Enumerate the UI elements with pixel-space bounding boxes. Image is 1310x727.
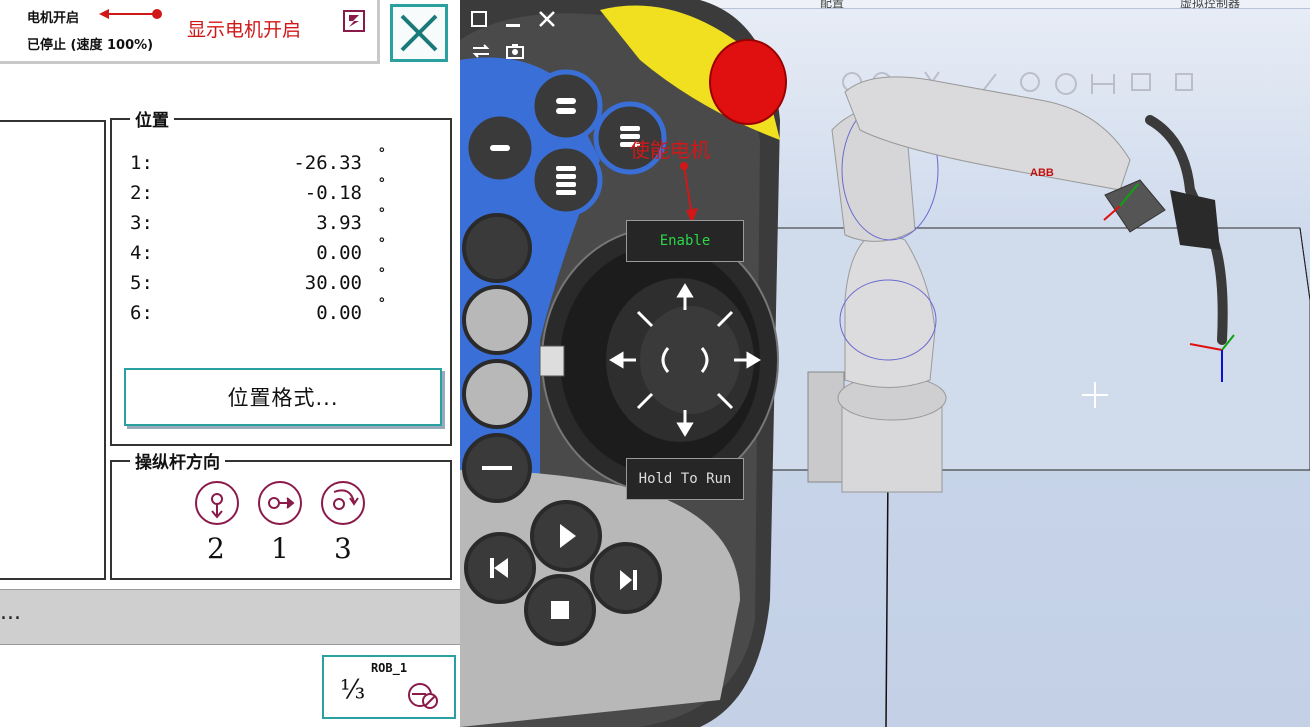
position-format-button[interactable]: 位置格式...	[124, 368, 442, 426]
annotation-arrow-icon	[99, 9, 162, 19]
position-row: 4: 0.00 °	[130, 236, 386, 264]
flexpendant-screen: 电机开启 已停止 (速度 100%) 显示电机开启 位置 1: -26.33 ° 2…	[0, 0, 460, 727]
motor-on-annotation: 显示电机开启	[187, 19, 302, 41]
jog-direction-right-icon	[258, 481, 302, 525]
minimize-icon[interactable]	[502, 8, 524, 30]
bottom-status-bar: ...	[0, 589, 460, 645]
position-row: 6: 0.00 °	[130, 296, 386, 324]
motor-state-text: 电机开启	[27, 11, 80, 26]
position-group-title: 位置	[130, 106, 174, 131]
close-window-icon[interactable]	[536, 8, 558, 30]
pendant-key-1	[529, 69, 603, 143]
run-state-text: 已停止 (速度 100%)	[27, 38, 154, 53]
jog-direction-down-icon	[195, 481, 239, 525]
emergency-stop-button[interactable]	[709, 39, 787, 125]
pendant-key-4	[529, 143, 603, 217]
floor-grid-line	[885, 469, 889, 727]
position-row: 3: 3.93 °	[130, 206, 386, 234]
close-button[interactable]	[390, 4, 448, 62]
position-row: 2: -0.18 °	[130, 176, 386, 204]
position-row: 5: 30.00 °	[130, 266, 386, 294]
task-fraction: ⅓	[340, 675, 366, 705]
robot-brand-label: ABB	[1030, 167, 1054, 179]
status-panel: 电机开启 已停止 (速度 100%) 显示电机开启	[0, 0, 380, 64]
hold-to-run-button[interactable]: Hold To Run	[626, 458, 744, 500]
robot-base-box	[807, 371, 845, 483]
joystick-direction-title: 操纵杆方向	[130, 448, 225, 473]
close-icon	[400, 14, 438, 52]
enable-motor-annotation: 使能电机	[630, 138, 710, 162]
jog-direction-rotate-icon	[321, 481, 365, 525]
maximize-icon[interactable]	[468, 8, 490, 30]
flexpendant-hardware	[460, 0, 790, 727]
swap-hand-icon[interactable]	[470, 40, 492, 62]
camera-icon[interactable]	[504, 40, 526, 62]
program-status-icon[interactable]	[343, 10, 365, 32]
jog-direction-label: 1	[271, 532, 289, 565]
left-group-box	[0, 120, 106, 580]
mechanical-unit-key	[462, 213, 532, 283]
status-bar-text: ...	[0, 600, 21, 625]
enable-device-button[interactable]: Enable	[626, 220, 744, 262]
position-row: 1: -26.33 °	[130, 146, 386, 174]
increment-key	[462, 359, 532, 429]
jog-direction-label: 3	[334, 532, 352, 565]
motion-mode-key	[462, 285, 532, 355]
pendant-body	[460, 0, 787, 727]
robot-selector-button[interactable]: ROB_1 ⅓	[322, 655, 456, 719]
robot-selector-icon	[408, 683, 438, 709]
jog-direction-label: 2	[207, 532, 225, 565]
robot-selector-label: ROB_1	[370, 661, 408, 675]
joystick[interactable]	[640, 306, 740, 414]
